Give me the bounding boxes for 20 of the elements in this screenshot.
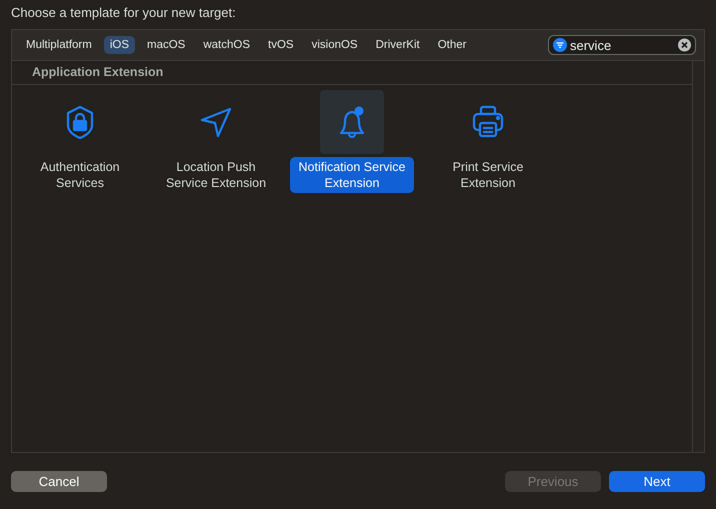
template-label[interactable]: Location Push Service Extension: [154, 157, 278, 193]
platform-tab[interactable]: watchOS: [197, 36, 256, 54]
platform-tab[interactable]: macOS: [141, 36, 192, 54]
template-label[interactable]: Notification Service Extension: [290, 157, 414, 193]
clear-icon[interactable]: [678, 38, 691, 52]
template-label[interactable]: Print Service Extension: [426, 157, 550, 193]
platform-tab[interactable]: tvOS: [262, 36, 300, 54]
dialog-button[interactable]: Cancel: [11, 470, 107, 492]
template-icon-tile[interactable]: [320, 90, 384, 154]
dialog-button[interactable]: Next: [609, 470, 705, 492]
filter-icon: [553, 38, 567, 52]
search-field[interactable]: service: [548, 35, 696, 55]
platform-tab[interactable]: iOS: [104, 36, 135, 54]
dialog-heading: Choose a template for your new target:: [11, 4, 237, 22]
platform-tab[interactable]: DriverKit: [370, 36, 426, 54]
platform-tab[interactable]: Multiplatform: [20, 36, 98, 54]
platform-tab[interactable]: Other: [432, 36, 472, 54]
section-header: Application Extension: [12, 61, 692, 85]
template-label[interactable]: Authentication Services: [18, 157, 142, 193]
platform-tab[interactable]: visionOS: [306, 36, 364, 54]
